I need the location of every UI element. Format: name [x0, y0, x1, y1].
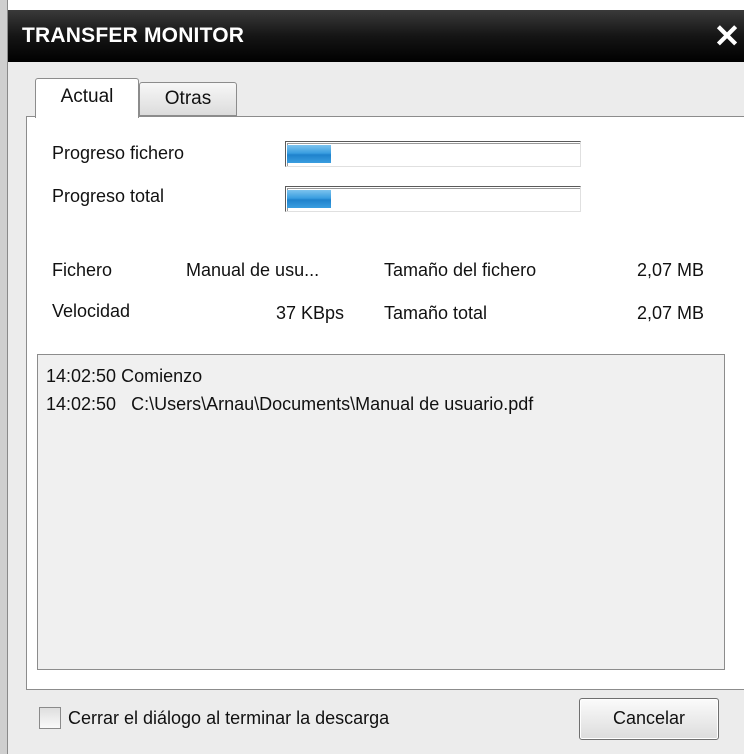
speed-label: Velocidad	[52, 301, 131, 321]
log-line: 14:02:50 Comienzo	[46, 366, 203, 386]
transfer-monitor-window: TRANSFER MONITOR ✕ Actual Otras Progreso…	[0, 0, 744, 754]
log-line: 14:02:50 C:\Users\Arnau\Documents\Manual…	[46, 394, 534, 414]
file-progress-fill	[287, 145, 331, 163]
speed-value: 37 KBps	[275, 303, 344, 323]
window-title: TRANSFER MONITOR	[22, 24, 245, 47]
total-size-label: Tamaño total	[384, 303, 488, 323]
file-name-label: Fichero	[52, 260, 113, 280]
file-size-value: 2,07 MB	[636, 260, 704, 280]
close-icon[interactable]: ✕	[710, 18, 744, 54]
window-border	[0, 0, 8, 754]
close-on-finish-checkbox[interactable]	[39, 707, 61, 729]
close-on-finish-label[interactable]: Cerrar el diálogo al terminar la descarg…	[68, 708, 389, 729]
total-progress-bar	[285, 186, 581, 212]
total-progress-label: Progreso total	[52, 186, 165, 206]
cancel-button[interactable]: Cancelar	[579, 698, 719, 740]
file-progress-label: Progreso fichero	[52, 143, 185, 163]
total-progress-fill	[287, 190, 331, 208]
title-bar[interactable]: TRANSFER MONITOR ✕	[8, 10, 744, 62]
transfer-log[interactable]: 14:02:50 Comienzo 14:02:50 C:\Users\Arna…	[37, 354, 725, 670]
file-progress-bar	[285, 141, 581, 167]
file-size-label: Tamaño del fichero	[384, 260, 537, 280]
tab-otras[interactable]: Otras	[139, 82, 237, 116]
total-size-value: 2,07 MB	[636, 303, 704, 323]
tab-actual[interactable]: Actual	[35, 78, 139, 118]
file-name-value: Manual de usu...	[186, 260, 320, 280]
